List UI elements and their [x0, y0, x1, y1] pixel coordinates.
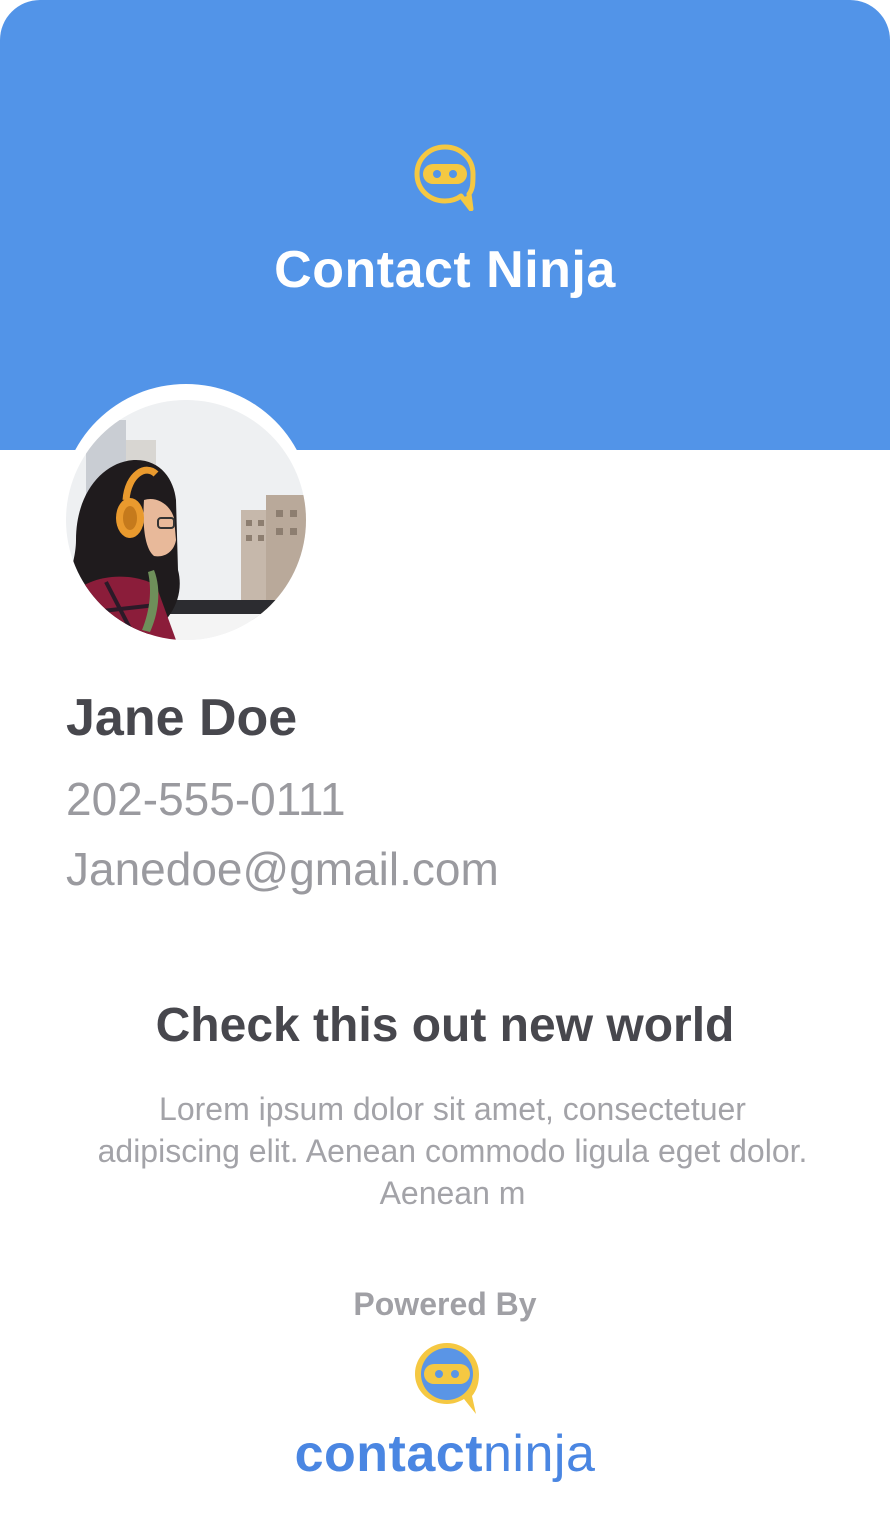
- profile-photo: [66, 400, 306, 640]
- contact-name: Jane Doe: [66, 689, 298, 747]
- powered-by-label: Powered By: [353, 1286, 537, 1322]
- ninja-chat-icon: [414, 144, 476, 211]
- brand-light: ninja: [483, 1425, 596, 1483]
- content-headline: Check this out new world: [155, 999, 735, 1052]
- avatar: [66, 400, 306, 640]
- contact-email[interactable]: Janedoe@gmail.com: [66, 842, 499, 896]
- ninja-chat-icon: [415, 1343, 479, 1414]
- brand-wordmark: contactninja: [0, 1424, 890, 1484]
- contact-card: Contact Ninja Jane Doe 202-555-0111 Jane…: [0, 0, 890, 1513]
- contact-phone[interactable]: 202-555-0111: [66, 772, 346, 826]
- content-body: Lorem ipsum dolor sit amet, consectetuer…: [97, 1091, 808, 1211]
- header-banner: Contact Ninja: [0, 0, 890, 450]
- brand-bold: contact: [294, 1425, 484, 1483]
- app-title: Contact Ninja: [274, 241, 616, 299]
